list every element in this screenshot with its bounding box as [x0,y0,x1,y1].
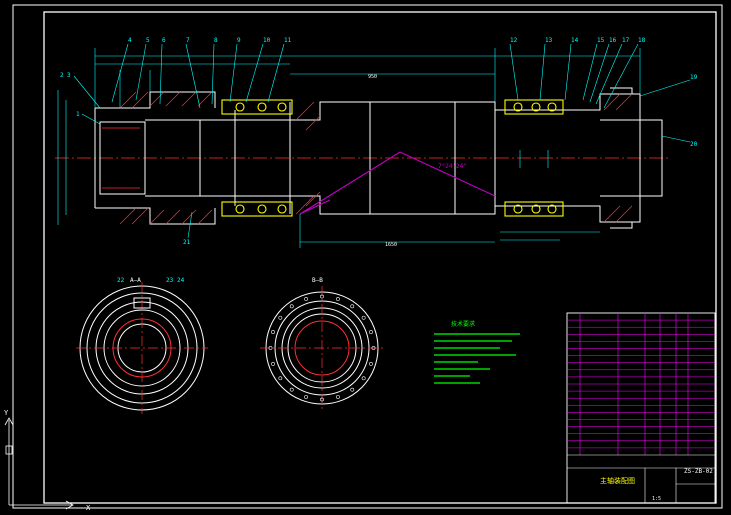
part-number-19: 19 [690,74,698,81]
section-label-a: A—A [130,277,141,284]
part-number-24: 24 [177,277,185,284]
part-number-11: 11 [284,37,292,44]
drawing-title: 主轴装配图 [600,476,635,485]
dimension-overall: 950 [368,74,377,80]
drawing-background [0,0,731,515]
part-number-23: 23 [166,277,174,284]
part-number-5: 5 [146,37,150,44]
dimension-bottom: 1650 [385,242,397,248]
part-number-18: 18 [638,37,646,44]
cad-drawing-canvas: 7°24'24" 950 1650 A—A B—B 技术要求 主轴装配图 ZS-… [0,0,731,515]
part-number-4: 4 [128,37,132,44]
notes-title: 技术要求 [451,320,475,328]
part-number-21: 21 [183,239,191,246]
part-number-3: 3 [67,72,71,79]
part-number-12: 12 [510,37,518,44]
taper-angle-label: 7°24'24" [438,163,467,170]
part-number-8: 8 [214,37,218,44]
part-number-20: 20 [690,141,698,148]
section-label-b: B—B [312,277,323,284]
part-number-7: 7 [186,37,190,44]
part-number-15: 15 [597,37,605,44]
part-number-2: 2 [60,72,64,79]
part-number-6: 6 [162,37,166,44]
part-number-16: 16 [609,37,617,44]
part-number-17: 17 [622,37,630,44]
part-number-10: 10 [263,37,271,44]
part-number-1: 1 [76,111,80,118]
part-number-13: 13 [545,37,553,44]
part-number-9: 9 [237,37,241,44]
part-number-22: 22 [117,277,125,284]
part-number-14: 14 [571,37,579,44]
drawing-scale: 1:5 [652,496,661,502]
drawing-code: ZS-ZB-02 [684,468,713,475]
